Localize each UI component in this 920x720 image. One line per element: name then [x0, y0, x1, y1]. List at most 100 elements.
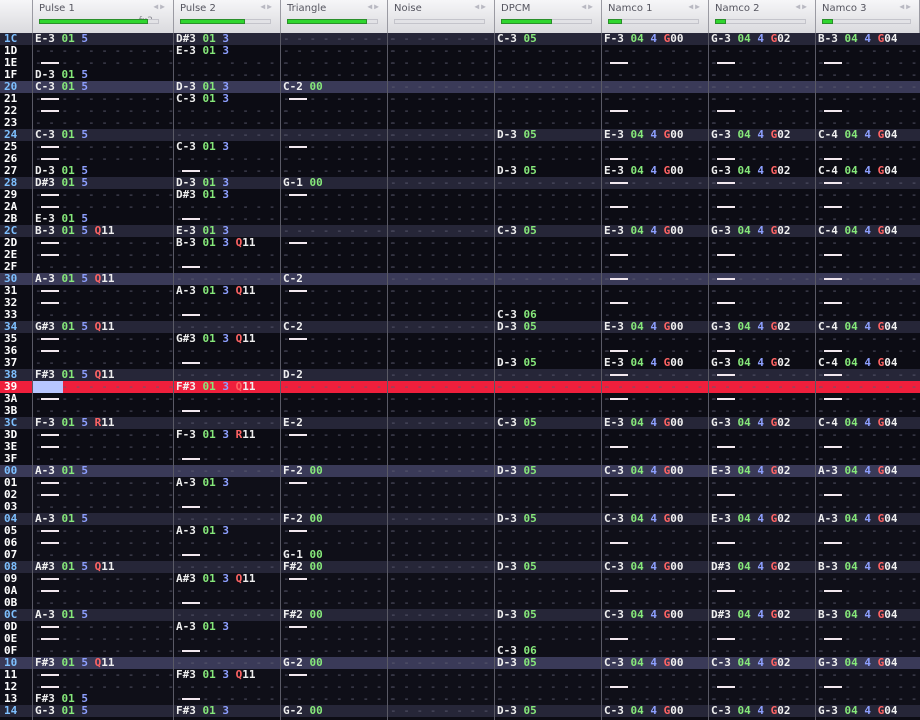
note-release-marker [717, 182, 735, 184]
note-release-marker [182, 458, 200, 460]
volume-meter [822, 19, 833, 24]
note-release-marker [182, 554, 200, 556]
note-release-marker [41, 62, 59, 64]
note-release-marker [717, 494, 735, 496]
note-release-marker [610, 62, 628, 64]
channel-header-namco-1[interactable]: Namco 1 ◀▶ [602, 0, 709, 33]
pattern-cell[interactable]: G-3 04 4 G04 [818, 705, 919, 717]
note-release-marker [610, 182, 628, 184]
channel-name: Noise [394, 3, 422, 14]
effect-columns-arrows-icon[interactable]: ◀▶ [899, 2, 913, 11]
note-release-marker [610, 398, 628, 400]
note-release-marker [182, 362, 200, 364]
note-release-marker [824, 542, 842, 544]
channel-header-dpcm[interactable]: DPCM ◀▶ [495, 0, 602, 33]
note-release-marker [41, 242, 59, 244]
note-release-marker [41, 254, 59, 256]
pattern-cell[interactable]: - - - - - - - - - [390, 705, 503, 717]
note-release-marker [289, 530, 307, 532]
note-release-marker [289, 242, 307, 244]
channel-name: Triangle [287, 3, 327, 14]
effect-columns-arrows-icon[interactable]: ◀▶ [367, 2, 381, 11]
note-release-marker [610, 494, 628, 496]
channel-header-noise[interactable]: Noise ◀▶ [388, 0, 495, 33]
note-release-marker [182, 506, 200, 508]
pattern-cell[interactable]: C-3 04 4 G02 [711, 705, 815, 717]
note-release-marker [824, 158, 842, 160]
note-release-marker [41, 638, 59, 640]
pattern-cell[interactable]: F#3 01 3 [176, 705, 280, 717]
note-release-marker [182, 650, 200, 652]
effect-columns-arrows-icon[interactable]: ◀▶ [153, 2, 167, 11]
note-release-marker [717, 350, 735, 352]
note-release-marker [41, 482, 59, 484]
channel-name: Namco 2 [715, 3, 760, 14]
note-release-marker [717, 110, 735, 112]
volume-meter-track [394, 19, 486, 24]
note-release-marker [41, 446, 59, 448]
note-release-marker [824, 278, 842, 280]
note-release-marker [824, 62, 842, 64]
note-release-marker [610, 254, 628, 256]
note-release-marker [41, 674, 59, 676]
column-separator [601, 33, 602, 720]
note-release-marker [41, 398, 59, 400]
pattern-row[interactable]: 14 G-3 01 5 F#3 01 3 G-2 00- - - - - - - - … [0, 705, 920, 717]
note-release-marker [41, 206, 59, 208]
effect-columns-arrows-icon[interactable]: ◀▶ [581, 2, 595, 11]
effect-columns-arrows-icon[interactable]: ◀▶ [260, 2, 274, 11]
note-release-marker [41, 158, 59, 160]
note-release-marker [610, 206, 628, 208]
note-release-marker [41, 542, 59, 544]
note-release-marker [41, 578, 59, 580]
note-release-marker [717, 374, 735, 376]
channel-header-triangle[interactable]: Triangle ◀▶ [281, 0, 388, 33]
note-release-marker [41, 110, 59, 112]
note-release-marker [610, 278, 628, 280]
note-release-marker [41, 350, 59, 352]
note-release-marker [824, 254, 842, 256]
channel-header-bar: Pulse 1◀▶fx2Pulse 2◀▶Triangle◀▶Noise◀▶DP… [0, 0, 920, 33]
volume-meter [608, 19, 622, 24]
note-release-marker [824, 350, 842, 352]
note-release-marker [717, 206, 735, 208]
note-release-marker [717, 158, 735, 160]
note-release-marker [41, 434, 59, 436]
channel-name: Pulse 1 [39, 3, 75, 14]
note-release-marker [41, 290, 59, 292]
note-release-marker [289, 434, 307, 436]
note-release-marker [824, 398, 842, 400]
effect-columns-arrows-icon[interactable]: ◀▶ [474, 2, 488, 11]
note-release-marker [610, 542, 628, 544]
column-separator [173, 33, 174, 720]
pattern-cell[interactable]: G-2 00 [283, 705, 387, 717]
note-release-marker [289, 290, 307, 292]
note-release-marker [182, 698, 200, 700]
row-number: 14 [4, 704, 18, 717]
pattern-cell[interactable]: C-3 04 4 G00 [604, 705, 708, 717]
note-release-marker [41, 590, 59, 592]
note-release-marker [289, 482, 307, 484]
note-release-marker [824, 494, 842, 496]
volume-meter [501, 19, 552, 24]
effect-columns-arrows-icon[interactable]: ◀▶ [795, 2, 809, 11]
note-release-marker [610, 686, 628, 688]
note-release-marker [717, 590, 735, 592]
note-release-marker [289, 194, 307, 196]
note-release-marker [41, 686, 59, 688]
channel-name: Namco 1 [608, 3, 653, 14]
pattern-cell[interactable]: D-3 05 [497, 705, 601, 717]
note-release-marker [824, 638, 842, 640]
channel-header-pulse-1[interactable]: Pulse 1◀▶fx2 [33, 0, 174, 33]
note-release-marker [610, 638, 628, 640]
pattern-cell[interactable]: G-3 01 5 [35, 705, 173, 717]
note-release-marker [182, 602, 200, 604]
channel-header-namco-2[interactable]: Namco 2 ◀▶ [709, 0, 816, 33]
note-release-marker [717, 278, 735, 280]
channel-header-namco-3[interactable]: Namco 3 ◀▶ [816, 0, 920, 33]
channel-header-pulse-2[interactable]: Pulse 2 ◀▶ [174, 0, 281, 33]
channel-name: DPCM [501, 3, 531, 14]
effect-columns-arrows-icon[interactable]: ◀▶ [688, 2, 702, 11]
note-release-marker [717, 254, 735, 256]
edit-cursor[interactable] [33, 381, 63, 393]
